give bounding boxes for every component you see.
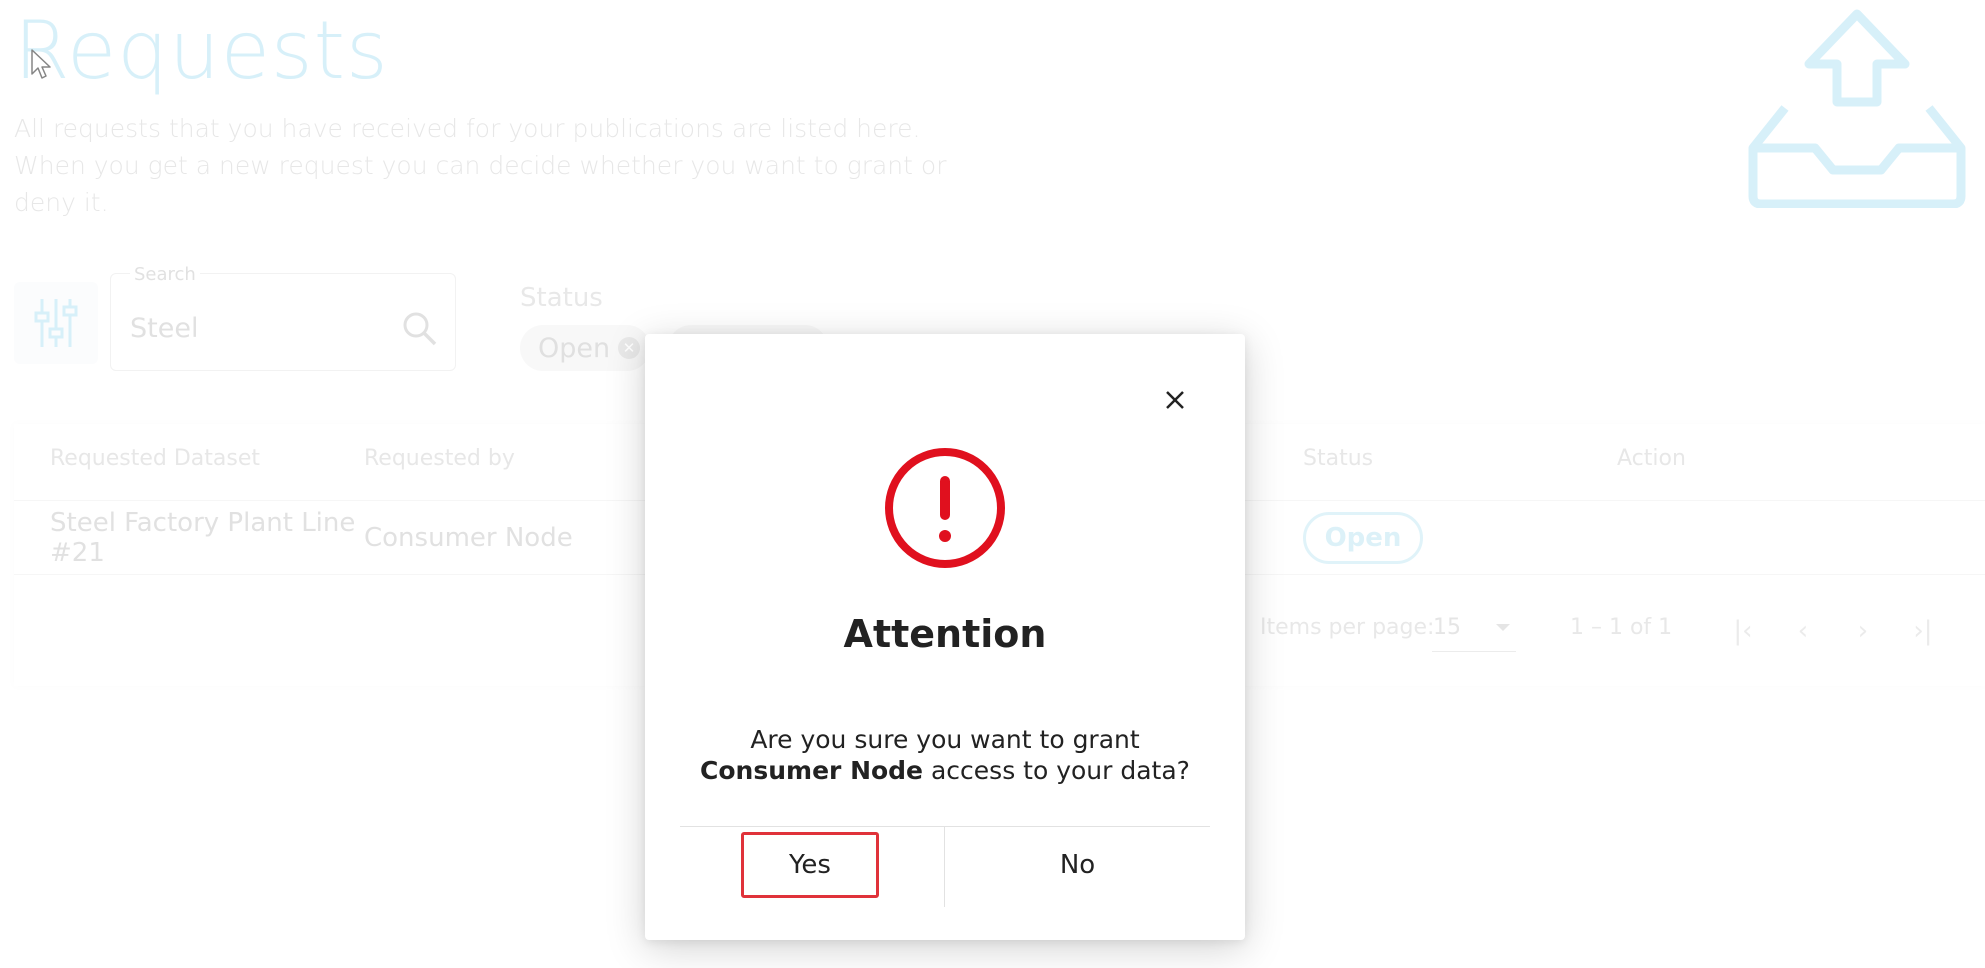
dialog-message: Are you sure you want to grant Consumer … (675, 724, 1215, 786)
close-icon[interactable] (1155, 380, 1195, 420)
dialog-message-line1: Are you sure you want to grant (750, 725, 1140, 754)
dialog-message-bold: Consumer Node (700, 756, 924, 785)
dialog-title: Attention (843, 612, 1047, 656)
dialog-message-line2: Consumer Node access to your data? (675, 755, 1215, 786)
alert-circle-icon (885, 448, 1005, 568)
confirm-dialog: Attention Are you sure you want to grant… (645, 334, 1245, 940)
dialog-message-rest: access to your data? (923, 756, 1190, 785)
no-button[interactable]: No (945, 832, 1210, 898)
yes-button[interactable]: Yes (741, 832, 879, 898)
dialog-divider (680, 826, 1210, 827)
page: Requests All requests that you have rece… (0, 0, 1985, 968)
